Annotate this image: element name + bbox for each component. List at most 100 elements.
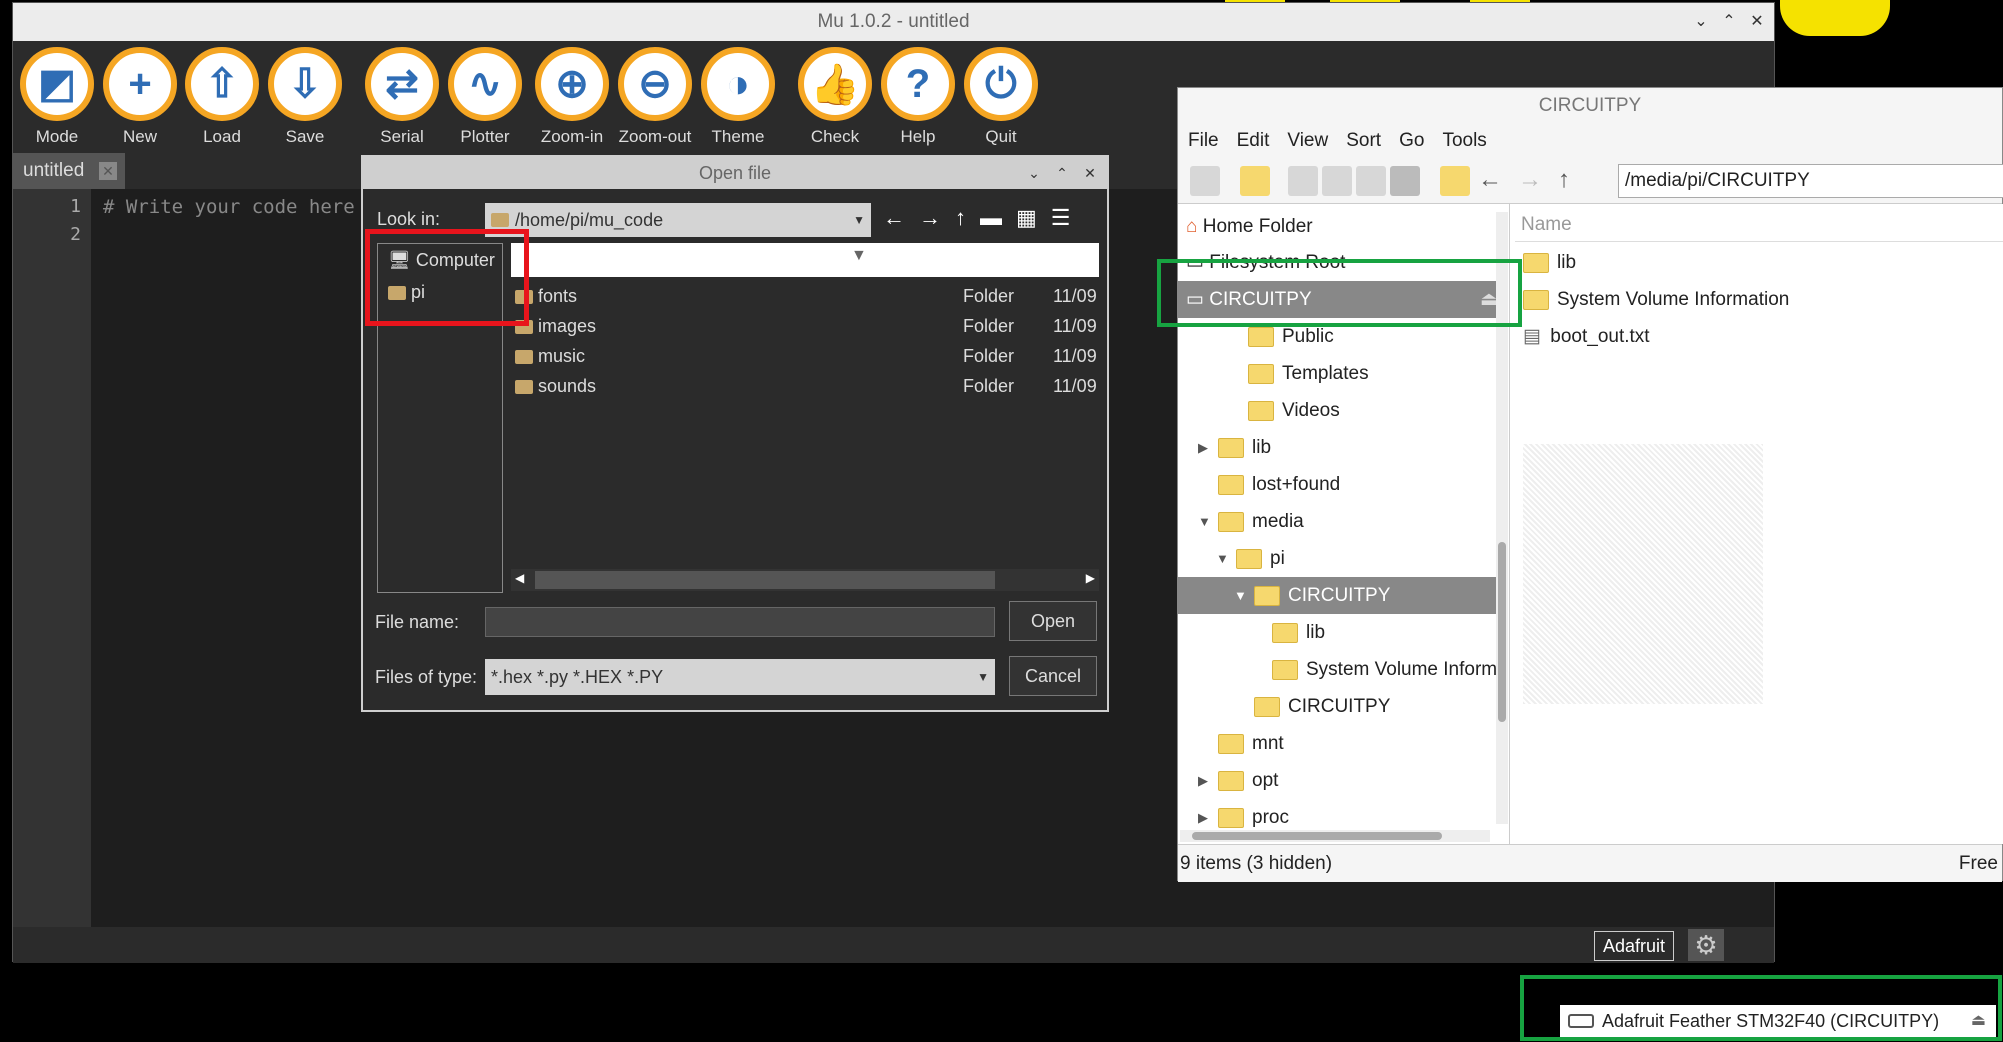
toolbar-label: Serial (380, 127, 424, 146)
toolbar-save-button[interactable]: ⇩ Save (266, 47, 344, 147)
new-tab-icon[interactable] (1240, 166, 1270, 196)
pulse-icon: ∿ (448, 47, 522, 121)
toolbar-theme-button[interactable]: ◑ Theme (699, 47, 777, 147)
tree-item[interactable]: CIRCUITPY (1178, 688, 1508, 725)
toolbar-zoom-in-button[interactable]: ⊕ Zoom-in (533, 47, 611, 147)
new-folder-icon[interactable]: ▬ (980, 205, 1002, 231)
forward-arrow-icon[interactable]: → (1518, 166, 1542, 194)
scroll-thumb[interactable] (1192, 832, 1442, 840)
collapse-arrow-icon[interactable]: ▼ (1216, 540, 1229, 577)
tree-item[interactable]: Videos (1178, 392, 1508, 429)
toolbar-quit-button[interactable]: ⏻ Quit (962, 47, 1040, 147)
toolbar-load-button[interactable]: ⇧ Load (183, 47, 261, 147)
tab-close-icon[interactable]: ✕ (99, 162, 117, 180)
list-view-icon[interactable]: ☰ (1051, 205, 1071, 231)
minimize-icon[interactable]: ⌄ (1692, 3, 1710, 41)
scroll-left-icon[interactable]: ◀ (515, 571, 524, 585)
toolbar-serial-button[interactable]: ⇄ Serial (363, 47, 441, 147)
close-icon[interactable]: ✕ (1081, 157, 1099, 189)
collapse-arrow-icon[interactable]: ▼ (1198, 503, 1211, 540)
scroll-right-icon[interactable]: ▶ (1086, 571, 1095, 585)
icon-view-icon[interactable] (1288, 166, 1318, 196)
detailed-view-icon[interactable] (1390, 166, 1420, 196)
open-button[interactable]: Open (1009, 601, 1097, 641)
toolbar-plotter-button[interactable]: ∿ Plotter (446, 47, 524, 147)
back-arrow-icon[interactable]: ← (1478, 166, 1502, 194)
tree-item[interactable]: Templates (1178, 355, 1508, 392)
file-row[interactable]: images Folder 11/09 (511, 311, 1099, 341)
back-arrow-icon[interactable]: ← (883, 205, 905, 231)
scroll-thumb[interactable] (535, 571, 995, 589)
tree-item[interactable]: mnt (1178, 725, 1508, 762)
tree-item[interactable]: ▶ opt (1178, 762, 1508, 799)
line-number: 2 (70, 224, 81, 245)
menu-file[interactable]: File (1188, 124, 1219, 158)
code-line[interactable]: # Write your code here (103, 193, 355, 221)
toolbar-zoom-out-button[interactable]: ⊖ Zoom-out (616, 47, 694, 147)
up-arrow-icon[interactable]: ↑ (1558, 166, 1570, 194)
tree-label: Templates (1282, 363, 1369, 384)
tree-item[interactable]: lost+found (1178, 466, 1508, 503)
path-input[interactable]: /media/pi/CIRCUITPY (1618, 164, 2003, 198)
forward-arrow-icon[interactable]: → (919, 205, 941, 231)
look-in-combo[interactable]: /home/pi/mu_code ▼ (485, 203, 871, 237)
file-list: fonts Folder 11/09 images Folder 11/09 music… (511, 281, 1099, 581)
tree-item[interactable]: ▼ pi (1178, 540, 1508, 577)
toolbar-new-button[interactable]: + New (101, 47, 179, 147)
toolbar-mode-button[interactable]: ◩ Mode (18, 47, 96, 147)
folder-icon (515, 350, 533, 365)
collapse-arrow-icon[interactable]: ▼ (1234, 577, 1247, 614)
file-item[interactable]: System Volume Information (1523, 281, 1789, 318)
file-item[interactable]: lib (1523, 244, 1576, 281)
maximize-icon[interactable]: ⌃ (1053, 157, 1071, 189)
drag-ghost-image (1523, 444, 1763, 704)
home-icon[interactable] (1440, 166, 1470, 196)
close-icon[interactable]: ✕ (1748, 3, 1766, 41)
mode-badge[interactable]: Adafruit (1593, 931, 1674, 961)
folder-icon (1272, 659, 1298, 680)
menu-edit[interactable]: Edit (1237, 124, 1270, 158)
file-list-header[interactable]: ▼ (511, 243, 1099, 277)
menu-tools[interactable]: Tools (1442, 124, 1486, 158)
thumbnail-view-icon[interactable] (1322, 166, 1352, 196)
side-horizontal-scrollbar[interactable] (1180, 830, 1490, 842)
tree-item[interactable]: lib (1178, 614, 1508, 651)
tree-item[interactable]: ▼ media (1178, 503, 1508, 540)
files-of-type-value: *.hex *.py *.HEX *.PY (491, 667, 664, 687)
new-window-icon[interactable] (1190, 166, 1220, 196)
file-name-input[interactable] (485, 607, 995, 637)
expand-arrow-icon[interactable]: ▶ (1198, 762, 1208, 799)
file-item[interactable]: ▤ boot_out.txt (1523, 318, 1650, 355)
files-of-type-combo[interactable]: *.hex *.py *.HEX *.PY ▼ (485, 659, 995, 695)
file-row[interactable]: fonts Folder 11/09 (511, 281, 1099, 311)
up-arrow-icon[interactable]: ↑ (955, 205, 966, 231)
expand-arrow-icon[interactable]: ▶ (1198, 429, 1208, 466)
scroll-thumb[interactable] (1498, 542, 1506, 722)
folder-icon (1248, 400, 1274, 421)
toolbar-check-button[interactable]: 👍 Check (796, 47, 874, 147)
grid-view-icon[interactable]: ▦ (1016, 205, 1037, 231)
tree-item[interactable]: System Volume Informa (1178, 651, 1508, 688)
tree-item-selected[interactable]: ▼ CIRCUITPY (1178, 577, 1508, 614)
horizontal-scrollbar[interactable]: ◀ ▶ (511, 569, 1099, 591)
name-column-header[interactable]: Name (1515, 208, 2003, 242)
tree-item[interactable]: ▶ lib (1178, 429, 1508, 466)
menu-go[interactable]: Go (1399, 124, 1424, 158)
folder-icon (515, 380, 533, 395)
toolbar-help-button[interactable]: ? Help (879, 47, 957, 147)
file-row[interactable]: sounds Folder 11/09 (511, 371, 1099, 401)
menu-sort[interactable]: Sort (1346, 124, 1381, 158)
menu-view[interactable]: View (1287, 124, 1328, 158)
minimize-icon[interactable]: ⌄ (1025, 157, 1043, 189)
zoom-in-icon: ⊕ (535, 47, 609, 121)
gear-icon[interactable]: ⚙ (1688, 929, 1724, 961)
toolbar-label: Mode (35, 127, 79, 146)
cancel-button[interactable]: Cancel (1009, 656, 1097, 696)
maximize-icon[interactable]: ⌃ (1720, 3, 1738, 41)
place-home-folder[interactable]: ⌂ Home Folder (1178, 208, 1508, 245)
file-row[interactable]: music Folder 11/09 (511, 341, 1099, 371)
compact-view-icon[interactable] (1356, 166, 1386, 196)
folder-icon (1218, 807, 1244, 828)
toolbar-label: Load (203, 127, 241, 146)
tab-untitled[interactable]: untitled ✕ (13, 153, 125, 189)
